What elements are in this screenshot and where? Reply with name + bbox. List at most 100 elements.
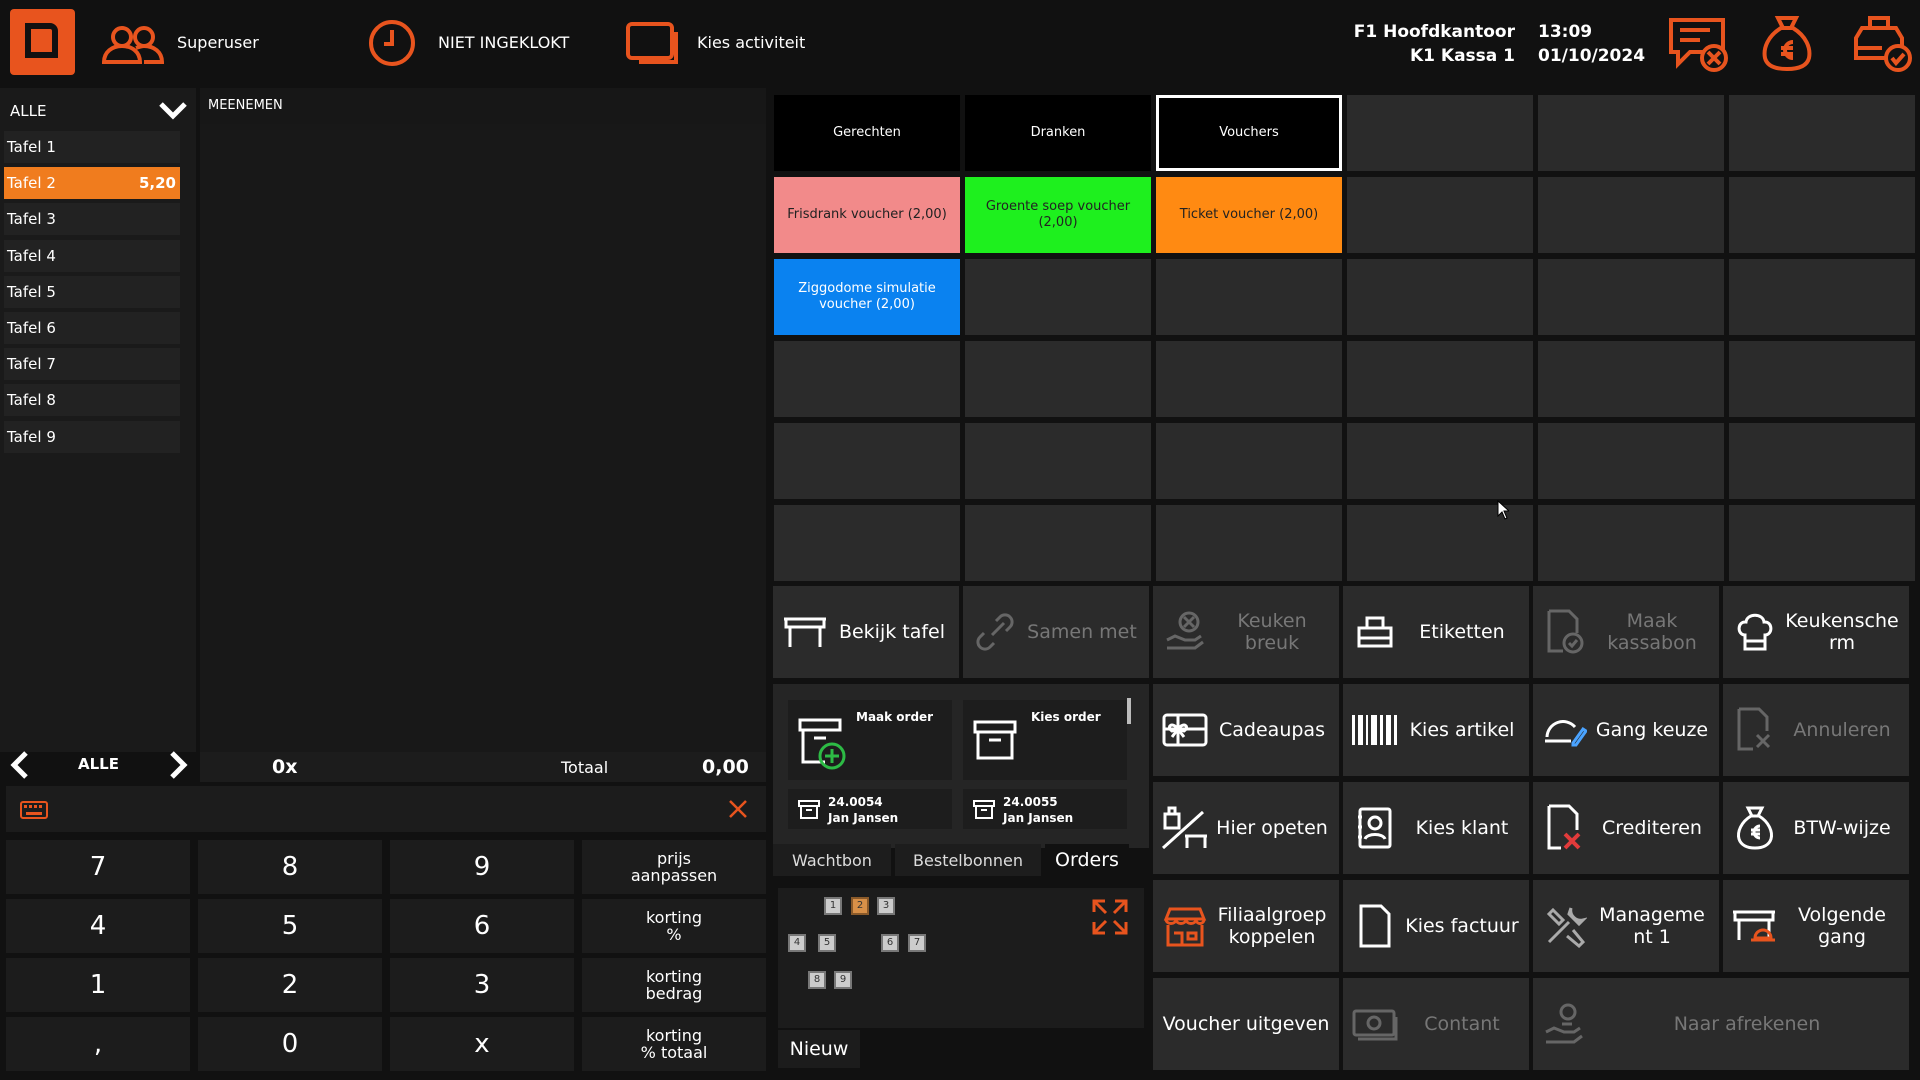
numpad-key[interactable]: 4 xyxy=(6,899,190,953)
empty-product-slot[interactable] xyxy=(1729,341,1915,417)
money-bag-icon[interactable] xyxy=(1760,14,1814,72)
clear-input-icon[interactable] xyxy=(728,799,748,819)
empty-product-slot[interactable] xyxy=(1729,259,1915,335)
management-button[interactable]: Manageme nt 1 xyxy=(1533,880,1719,972)
contant-button[interactable]: Contant xyxy=(1343,978,1529,1070)
sidebar-item-table[interactable]: Tafel 3 xyxy=(4,203,180,236)
sidebar-item-table[interactable]: Tafel 7 xyxy=(4,348,180,381)
keukenscherm-button[interactable]: Keukensche rm xyxy=(1723,586,1909,678)
empty-product-slot[interactable] xyxy=(1538,177,1724,253)
numpad-key[interactable]: 6 xyxy=(390,899,574,953)
sidebar-item-table[interactable]: Tafel 2 5,20 xyxy=(4,167,180,200)
empty-product-slot[interactable] xyxy=(774,341,960,417)
empty-product-slot[interactable] xyxy=(965,341,1151,417)
order-lines-area[interactable] xyxy=(200,124,766,752)
numpad-key[interactable]: 3 xyxy=(390,958,574,1012)
table-plan-table[interactable]: 2 xyxy=(851,897,869,915)
expand-icon[interactable] xyxy=(1091,898,1129,936)
table-plan-table[interactable]: 4 xyxy=(788,934,806,952)
orders-scrollbar[interactable] xyxy=(1127,698,1131,724)
category-tab[interactable]: Dranken xyxy=(965,95,1151,171)
empty-product-slot[interactable] xyxy=(774,505,960,581)
empty-product-slot[interactable] xyxy=(1347,259,1533,335)
tab-wachtbon[interactable]: Wachtbon xyxy=(773,844,891,876)
annuleren-button[interactable]: Annuleren xyxy=(1723,684,1909,776)
numpad-function-key[interactable]: korting % totaal xyxy=(582,1017,766,1071)
kies-order-button[interactable]: Kies order xyxy=(963,700,1127,780)
gang-keuze-button[interactable]: Gang keuze xyxy=(1533,684,1719,776)
clock-status[interactable]: NIET INGEKLOKT xyxy=(438,33,569,52)
table-filter-dropdown[interactable]: ALLE xyxy=(4,94,192,126)
bekijk-tafel-button[interactable]: Bekijk tafel xyxy=(773,586,959,678)
etiketten-button[interactable]: Etiketten xyxy=(1343,586,1529,678)
empty-product-slot[interactable] xyxy=(1538,259,1724,335)
crediteren-button[interactable]: Crediteren xyxy=(1533,782,1719,874)
empty-product-slot[interactable] xyxy=(965,505,1151,581)
activity-label[interactable]: Kies activiteit xyxy=(697,33,805,52)
sidebar-item-table[interactable]: Tafel 4 xyxy=(4,239,180,272)
empty-product-slot[interactable] xyxy=(1538,95,1724,171)
empty-product-slot[interactable] xyxy=(965,259,1151,335)
numpad-key[interactable]: 7 xyxy=(6,840,190,894)
naar-afrekenen-button[interactable]: Naar afrekenen xyxy=(1533,978,1909,1070)
empty-product-slot[interactable] xyxy=(1347,341,1533,417)
empty-product-slot[interactable] xyxy=(1729,423,1915,499)
category-tab[interactable]: Vouchers xyxy=(1156,95,1342,171)
table-plan-table[interactable]: 8 xyxy=(808,971,826,989)
numpad-key[interactable]: x xyxy=(390,1017,574,1071)
samen-met-button[interactable]: Samen met xyxy=(963,586,1149,678)
clock-icon[interactable] xyxy=(367,18,417,68)
kies-klant-button[interactable]: Kies klant xyxy=(1343,782,1529,874)
table-plan-table[interactable]: 7 xyxy=(908,934,926,952)
numpad-function-key[interactable]: korting bedrag xyxy=(582,958,766,1012)
empty-product-slot[interactable] xyxy=(1347,423,1533,499)
sidebar-item-table[interactable]: Tafel 6 xyxy=(4,312,180,344)
table-plan-table[interactable]: 1 xyxy=(824,897,842,915)
empty-product-slot[interactable] xyxy=(1729,505,1915,581)
keyboard-icon[interactable] xyxy=(20,801,48,819)
users-icon[interactable] xyxy=(100,24,164,66)
tab-orders[interactable]: Orders xyxy=(1045,844,1129,876)
sidebar-item-table[interactable]: Tafel 9 xyxy=(4,420,180,453)
numpad-function-key[interactable]: prijs aanpassen xyxy=(582,840,766,894)
numpad-key[interactable]: 1 xyxy=(6,958,190,1012)
empty-product-slot[interactable] xyxy=(1156,259,1342,335)
product-button[interactable]: Ziggodome simulatie voucher (2,00) xyxy=(774,259,960,335)
new-table-button[interactable]: Nieuw xyxy=(778,1030,860,1068)
empty-product-slot[interactable] xyxy=(1729,177,1915,253)
kies-factuur-button[interactable]: Kies factuur xyxy=(1343,880,1529,972)
numpad-key[interactable]: 0 xyxy=(198,1017,382,1071)
numpad-key[interactable]: , xyxy=(6,1017,190,1071)
empty-product-slot[interactable] xyxy=(1156,341,1342,417)
filiaalgroep-button[interactable]: Filiaalgroep koppelen xyxy=(1153,880,1339,972)
user-name[interactable]: Superuser xyxy=(177,33,259,52)
register-check-icon[interactable] xyxy=(1852,14,1914,74)
sidebar-item-table[interactable]: Tafel 5 xyxy=(4,275,180,308)
empty-product-slot[interactable] xyxy=(1538,341,1724,417)
kies-artikel-button[interactable]: Kies artikel xyxy=(1343,684,1529,776)
empty-product-slot[interactable] xyxy=(1347,95,1533,171)
pager-next-icon[interactable] xyxy=(166,750,190,780)
volgende-gang-button[interactable]: Volgende gang xyxy=(1723,880,1909,972)
voucher-uitgeven-button[interactable]: Voucher uitgeven xyxy=(1153,978,1339,1070)
sidebar-item-table[interactable]: Tafel 8 xyxy=(4,384,180,417)
order-item-24-0054[interactable]: 24.0054 Jan Jansen xyxy=(788,789,952,829)
empty-product-slot[interactable] xyxy=(1538,505,1724,581)
cadeaupas-button[interactable]: Cadeaupas xyxy=(1153,684,1339,776)
empty-product-slot[interactable] xyxy=(1347,177,1533,253)
numpad-key[interactable]: 5 xyxy=(198,899,382,953)
numpad-key[interactable]: 9 xyxy=(390,840,574,894)
empty-product-slot[interactable] xyxy=(1729,95,1915,171)
numpad-function-key[interactable]: korting % xyxy=(582,899,766,953)
btw-wijze-button[interactable]: BTW-wijze xyxy=(1723,782,1909,874)
pager-prev-icon[interactable] xyxy=(8,750,32,780)
numpad-key[interactable]: 2 xyxy=(198,958,382,1012)
activity-icon[interactable] xyxy=(625,20,681,66)
order-item-24-0055[interactable]: 24.0055 Jan Jansen xyxy=(963,789,1127,829)
logo[interactable] xyxy=(10,9,75,75)
keuken-breuk-button[interactable]: Keuken breuk xyxy=(1153,586,1339,678)
maak-order-button[interactable]: Maak order xyxy=(788,700,952,780)
category-tab[interactable]: Gerechten xyxy=(774,95,960,171)
empty-product-slot[interactable] xyxy=(774,423,960,499)
table-plan-table[interactable]: 6 xyxy=(881,934,899,952)
